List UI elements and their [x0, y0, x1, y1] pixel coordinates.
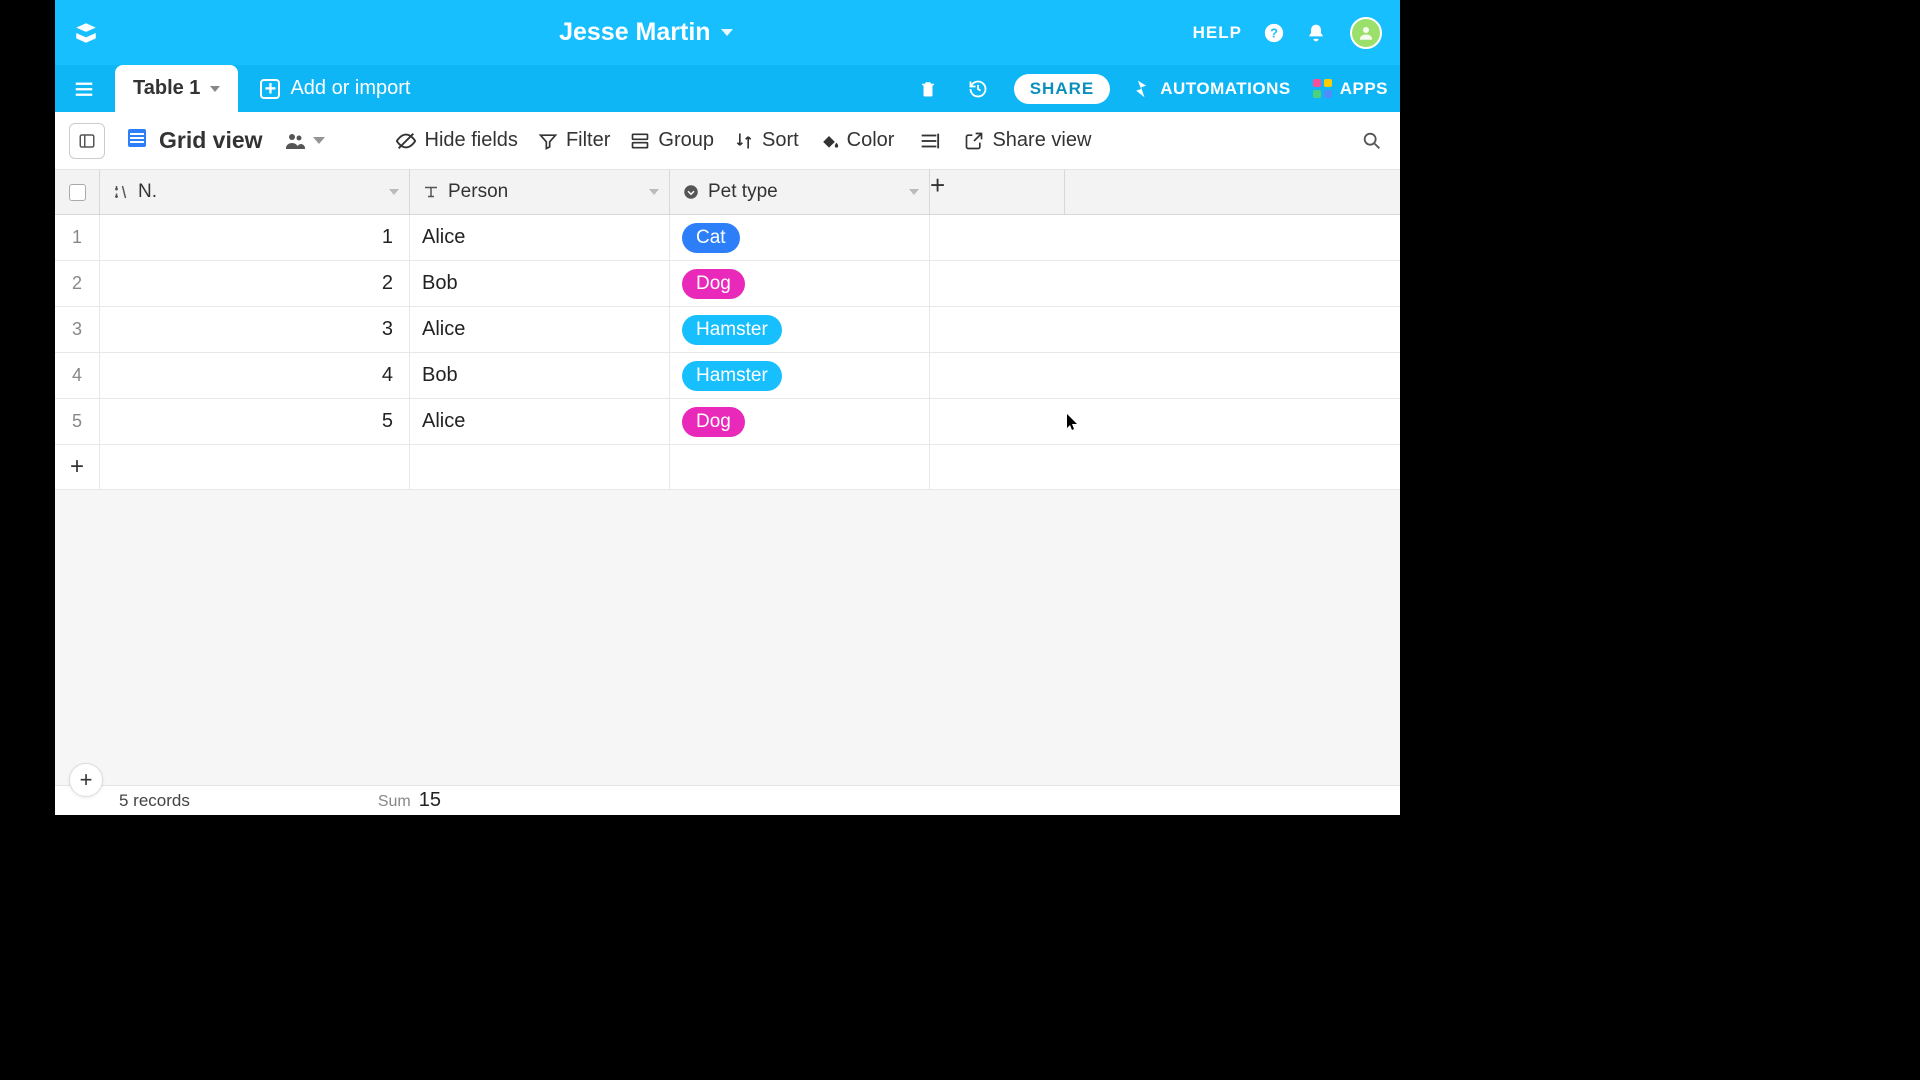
grid-view-icon	[125, 126, 149, 156]
add-import-label: Add or import	[290, 77, 410, 100]
add-field-button[interactable]: +	[930, 170, 1065, 214]
table-row[interactable]: 11AliceCat	[55, 215, 1400, 261]
filter-icon	[538, 131, 558, 151]
account-avatar[interactable]	[1350, 17, 1382, 49]
app-logo-icon[interactable]	[73, 20, 99, 46]
empty-cell[interactable]	[410, 445, 670, 489]
column-header-person[interactable]: Person	[410, 170, 670, 214]
empty-cell[interactable]	[670, 445, 930, 489]
eye-off-icon	[395, 130, 417, 152]
cell-person[interactable]: Alice	[410, 399, 670, 444]
view-name: Grid view	[159, 127, 263, 154]
cell-pet-type[interactable]: Hamster	[670, 307, 930, 352]
tab-table-1[interactable]: Table 1	[115, 65, 238, 112]
table-row[interactable]: 44BobHamster	[55, 353, 1400, 399]
group-button[interactable]: Group	[630, 129, 714, 152]
cell-person[interactable]: Alice	[410, 307, 670, 352]
row-number[interactable]: 5	[55, 399, 100, 444]
cell-person[interactable]: Bob	[410, 353, 670, 398]
chevron-down-icon	[909, 189, 919, 195]
help-link[interactable]: HELP	[1193, 23, 1242, 43]
select-tag: Hamster	[682, 315, 782, 345]
column-header-pet-type[interactable]: Pet type	[670, 170, 930, 214]
search-button[interactable]	[1358, 127, 1386, 155]
cell-pet-type[interactable]: Cat	[670, 215, 930, 260]
sort-button[interactable]: Sort	[734, 129, 799, 152]
base-title-dropdown[interactable]: Jesse Martin	[559, 18, 732, 47]
hide-fields-button[interactable]: Hide fields	[395, 129, 518, 152]
cell-pet-type[interactable]: Hamster	[670, 353, 930, 398]
cell-n[interactable]: 5	[100, 399, 410, 444]
column-header-n[interactable]: N.	[100, 170, 410, 214]
apps-button[interactable]: APPS	[1313, 79, 1388, 99]
trash-icon[interactable]	[914, 75, 942, 103]
empty-cell[interactable]	[100, 445, 410, 489]
paint-bucket-icon	[819, 131, 839, 151]
view-collaborators[interactable]	[283, 129, 325, 153]
record-count: 5 records	[119, 791, 190, 811]
sort-icon	[734, 131, 754, 151]
chevron-down-icon	[721, 29, 733, 36]
share-icon	[964, 131, 984, 151]
row-number[interactable]: 1	[55, 215, 100, 260]
cell-n[interactable]: 2	[100, 261, 410, 306]
chevron-down-icon	[210, 86, 220, 92]
row-number[interactable]: 3	[55, 307, 100, 352]
base-title: Jesse Martin	[559, 18, 710, 47]
select-tag: Hamster	[682, 361, 782, 391]
help-icon[interactable]: ?	[1260, 19, 1288, 47]
automations-icon	[1132, 79, 1152, 99]
data-grid: N. Person Pet type + 11AliceCat22BobDog3…	[55, 170, 1400, 785]
apps-icon	[1313, 79, 1332, 98]
cell-person[interactable]: Bob	[410, 261, 670, 306]
select-tag: Dog	[682, 407, 745, 437]
row-height-icon	[918, 130, 940, 152]
select-tag: Cat	[682, 223, 740, 253]
share-view-button[interactable]: Share view	[964, 129, 1091, 152]
tab-label: Table 1	[133, 77, 200, 100]
autonumber-icon	[112, 183, 130, 201]
add-record-fab[interactable]: +	[69, 763, 103, 797]
group-icon	[630, 131, 650, 151]
people-icon	[283, 129, 307, 153]
chevron-down-icon	[313, 137, 325, 144]
select-all-checkbox[interactable]	[55, 170, 100, 214]
chevron-down-icon	[389, 189, 399, 195]
toggle-sidebar-button[interactable]	[69, 123, 105, 159]
cell-n[interactable]: 4	[100, 353, 410, 398]
single-select-icon	[682, 183, 700, 201]
add-row-button[interactable]: +	[55, 445, 100, 489]
add-or-import-button[interactable]: + Add or import	[260, 77, 410, 100]
table-row[interactable]: 22BobDog	[55, 261, 1400, 307]
cell-pet-type[interactable]: Dog	[670, 399, 930, 444]
select-tag: Dog	[682, 269, 745, 299]
svg-text:?: ?	[1270, 25, 1278, 40]
notifications-icon[interactable]	[1302, 19, 1330, 47]
table-list-menu-icon[interactable]	[67, 72, 101, 106]
automations-button[interactable]: AUTOMATIONS	[1132, 79, 1290, 99]
row-number[interactable]: 4	[55, 353, 100, 398]
chevron-down-icon	[649, 189, 659, 195]
cell-person[interactable]: Alice	[410, 215, 670, 260]
row-height-button[interactable]	[914, 130, 944, 152]
plus-icon: +	[260, 79, 280, 99]
cell-n[interactable]: 3	[100, 307, 410, 352]
cell-n[interactable]: 1	[100, 215, 410, 260]
table-row[interactable]: 33AliceHamster	[55, 307, 1400, 353]
search-icon	[1361, 130, 1383, 152]
row-number[interactable]: 2	[55, 261, 100, 306]
share-button[interactable]: SHARE	[1014, 74, 1111, 104]
summary-sum[interactable]: Sum 15	[378, 789, 441, 812]
view-picker[interactable]: Grid view	[125, 126, 263, 156]
filter-button[interactable]: Filter	[538, 129, 610, 152]
text-field-icon	[422, 183, 440, 201]
cell-pet-type[interactable]: Dog	[670, 261, 930, 306]
color-button[interactable]: Color	[819, 129, 895, 152]
history-icon[interactable]	[964, 75, 992, 103]
table-row[interactable]: 55AliceDog	[55, 399, 1400, 445]
